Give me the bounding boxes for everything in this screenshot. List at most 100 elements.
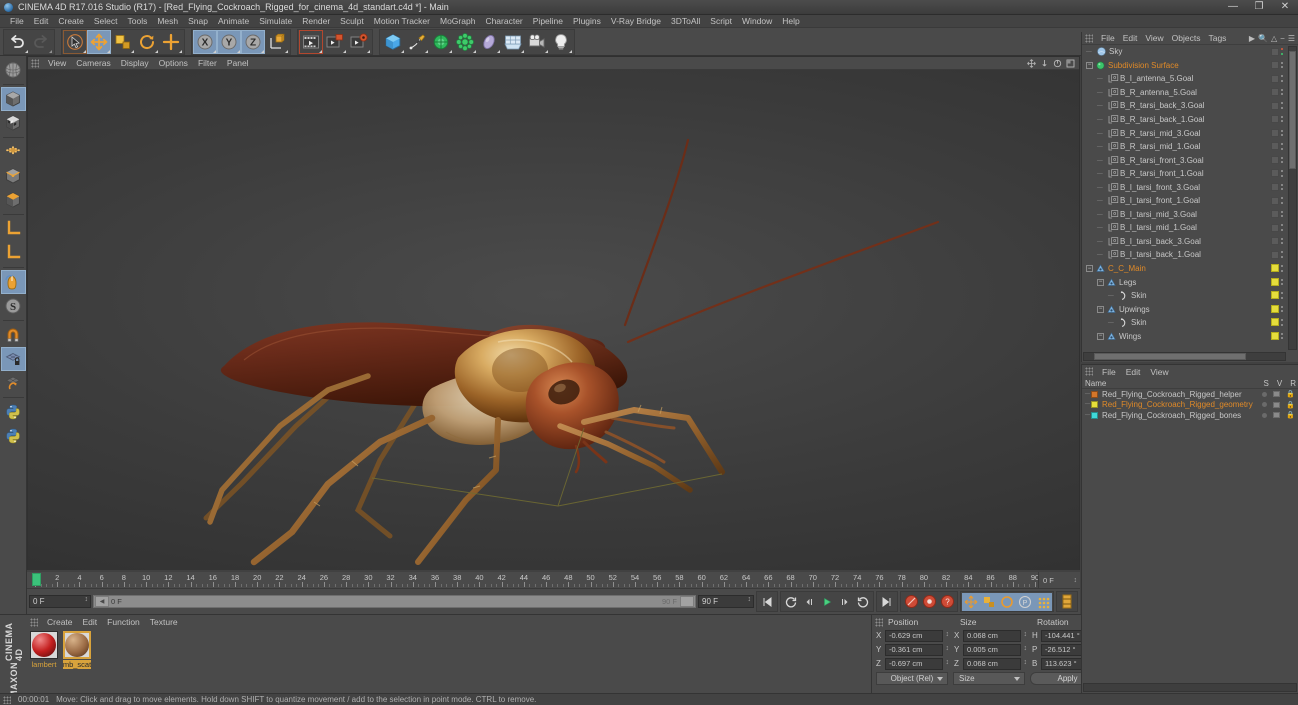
- panel-grip-icon[interactable]: [1085, 367, 1093, 376]
- move-tool-button[interactable]: [87, 29, 111, 54]
- edges-mode-button[interactable]: [1, 164, 26, 188]
- enable-axis-button[interactable]: S: [1, 294, 26, 318]
- collapse-toggle-icon[interactable]: −: [1086, 61, 1093, 69]
- add-generator-button[interactable]: [429, 30, 453, 54]
- keyframe-selection-button[interactable]: ?: [938, 593, 956, 611]
- object-menu-tags[interactable]: Tags: [1204, 33, 1230, 43]
- end-frame-input[interactable]: 90 F ↕: [698, 595, 754, 608]
- object-tag[interactable]: [1271, 101, 1279, 110]
- object-tag[interactable]: [1271, 291, 1279, 300]
- current-frame-input[interactable]: 0 F ↕: [29, 595, 91, 608]
- spinner-icon[interactable]: ↕: [748, 596, 752, 603]
- scrollbar-thumb[interactable]: [1289, 51, 1296, 169]
- object-tag[interactable]: [1271, 237, 1279, 246]
- search-icon[interactable]: 🔍: [1258, 34, 1268, 43]
- layer-menu-view[interactable]: View: [1145, 367, 1173, 377]
- scale-key-button[interactable]: [980, 592, 998, 611]
- menu-item-pipeline[interactable]: Pipeline: [528, 15, 568, 28]
- collapse-toggle-icon[interactable]: −: [1086, 265, 1093, 273]
- minus-icon[interactable]: −: [1280, 34, 1285, 43]
- maximize-button[interactable]: ❐: [1246, 0, 1272, 15]
- points-mode-button[interactable]: [1, 140, 26, 164]
- close-button[interactable]: ✕: [1272, 0, 1298, 15]
- viewport-menu-panel[interactable]: Panel: [222, 58, 254, 68]
- material-item[interactable]: mb_scat: [62, 631, 92, 669]
- menu-item-plugins[interactable]: Plugins: [568, 15, 606, 28]
- visibility-dots[interactable]: [1281, 237, 1284, 246]
- spinner-icon[interactable]: ↕: [1024, 659, 1028, 666]
- layer-visible-toggle[interactable]: [1273, 412, 1281, 419]
- visibility-dots[interactable]: [1281, 61, 1284, 70]
- visibility-dots[interactable]: [1281, 210, 1284, 219]
- position-x-input[interactable]: -0.629 cm ↕: [885, 629, 949, 642]
- add-light-button[interactable]: [549, 30, 573, 54]
- panel-grip-icon[interactable]: [1085, 33, 1093, 43]
- scale-tool-button[interactable]: [111, 30, 135, 54]
- layer-visible-toggle[interactable]: [1273, 391, 1281, 398]
- size-x-input[interactable]: 0.068 cm ↕: [963, 629, 1027, 642]
- object-tree-row[interactable]: ─ 0 B_R_tarsi_front_1.Goal: [1082, 167, 1286, 181]
- step-back-button[interactable]: [800, 593, 818, 611]
- material-preview[interactable]: [63, 631, 91, 659]
- object-manager-horizontal-scrollbar[interactable]: [1083, 352, 1286, 361]
- viewport-menu-filter[interactable]: Filter: [193, 58, 222, 68]
- python-generator-button[interactable]: [1, 424, 26, 448]
- layer-render-toggle[interactable]: 🔒: [1286, 411, 1295, 419]
- menu-item-simulate[interactable]: Simulate: [254, 15, 297, 28]
- add-environment-button[interactable]: [501, 30, 525, 54]
- spinner-icon[interactable]: ↕: [946, 631, 950, 638]
- go-to-start-button[interactable]: [758, 593, 776, 611]
- more-arrow-icon[interactable]: ▶: [1249, 34, 1255, 43]
- polygons-mode-button[interactable]: [1, 188, 26, 212]
- rotate-icon[interactable]: [1052, 58, 1063, 69]
- layer-render-toggle[interactable]: 🔒: [1286, 390, 1295, 398]
- visibility-dots[interactable]: [1281, 142, 1284, 151]
- layer-solo-toggle[interactable]: [1262, 412, 1268, 418]
- menu-item-window[interactable]: Window: [737, 15, 777, 28]
- world-coordinates-button[interactable]: [265, 30, 289, 54]
- object-manager-vertical-scrollbar[interactable]: [1288, 46, 1297, 350]
- layer-solo-toggle[interactable]: [1262, 391, 1268, 397]
- coordinate-system-dropdown[interactable]: Object (Rel): [876, 672, 948, 685]
- visibility-dots[interactable]: [1281, 169, 1284, 178]
- menu-item-help[interactable]: Help: [777, 15, 804, 28]
- lock-x-button[interactable]: X: [193, 29, 217, 54]
- menu-item-tools[interactable]: Tools: [123, 15, 153, 28]
- object-tag[interactable]: [1271, 88, 1279, 97]
- record-keyframe-button[interactable]: [902, 593, 920, 611]
- play-button[interactable]: [818, 593, 836, 611]
- object-tree-row[interactable]: ─ 0 B_I_tarsi_back_3.Goal: [1082, 235, 1286, 249]
- object-tree-row[interactable]: − C_C_Main: [1082, 262, 1286, 276]
- select-tool-button[interactable]: [63, 30, 87, 54]
- object-tag[interactable]: [1271, 196, 1279, 205]
- object-tag[interactable]: [1271, 331, 1279, 340]
- collapse-toggle-icon[interactable]: −: [1097, 332, 1104, 340]
- object-menu-objects[interactable]: Objects: [1168, 33, 1205, 43]
- viewport-menu-display[interactable]: Display: [116, 58, 154, 68]
- pla-key-button[interactable]: [1034, 592, 1052, 611]
- visibility-dots[interactable]: [1281, 250, 1284, 259]
- timeline-current-frame-field[interactable]: 0 F ↕: [1038, 572, 1080, 588]
- viewport-menu-options[interactable]: Options: [154, 58, 193, 68]
- layer-color-swatch[interactable]: [1090, 390, 1098, 398]
- object-tree-row[interactable]: ─ 0 B_I_tarsi_mid_3.Goal: [1082, 208, 1286, 222]
- object-tree-row[interactable]: ─ 0 B_I_tarsi_front_1.Goal: [1082, 194, 1286, 208]
- lock-y-button[interactable]: Y: [217, 29, 241, 54]
- object-tree-row[interactable]: ─ 0 B_R_tarsi_mid_3.Goal: [1082, 126, 1286, 140]
- prev-keyframe-button[interactable]: [782, 593, 800, 611]
- object-menu-file[interactable]: File: [1097, 33, 1119, 43]
- layer-solo-toggle[interactable]: [1262, 402, 1268, 408]
- material-preview[interactable]: [30, 631, 58, 659]
- scrollbar-thumb[interactable]: [1094, 353, 1246, 360]
- object-tag[interactable]: [1271, 277, 1279, 286]
- object-tree-row[interactable]: − Legs: [1082, 275, 1286, 289]
- object-tag[interactable]: [1271, 250, 1279, 259]
- layer-visible-toggle[interactable]: [1273, 401, 1281, 408]
- home-icon[interactable]: △: [1271, 34, 1277, 43]
- object-tag[interactable]: [1271, 74, 1279, 83]
- render-view-button[interactable]: [299, 30, 323, 54]
- step-forward-button[interactable]: [836, 593, 854, 611]
- object-tree-row[interactable]: ─ 0 B_R_tarsi_front_3.Goal: [1082, 153, 1286, 167]
- object-tree-row[interactable]: ─ 0 B_R_tarsi_mid_1.Goal: [1082, 140, 1286, 154]
- visibility-dots[interactable]: [1281, 264, 1284, 273]
